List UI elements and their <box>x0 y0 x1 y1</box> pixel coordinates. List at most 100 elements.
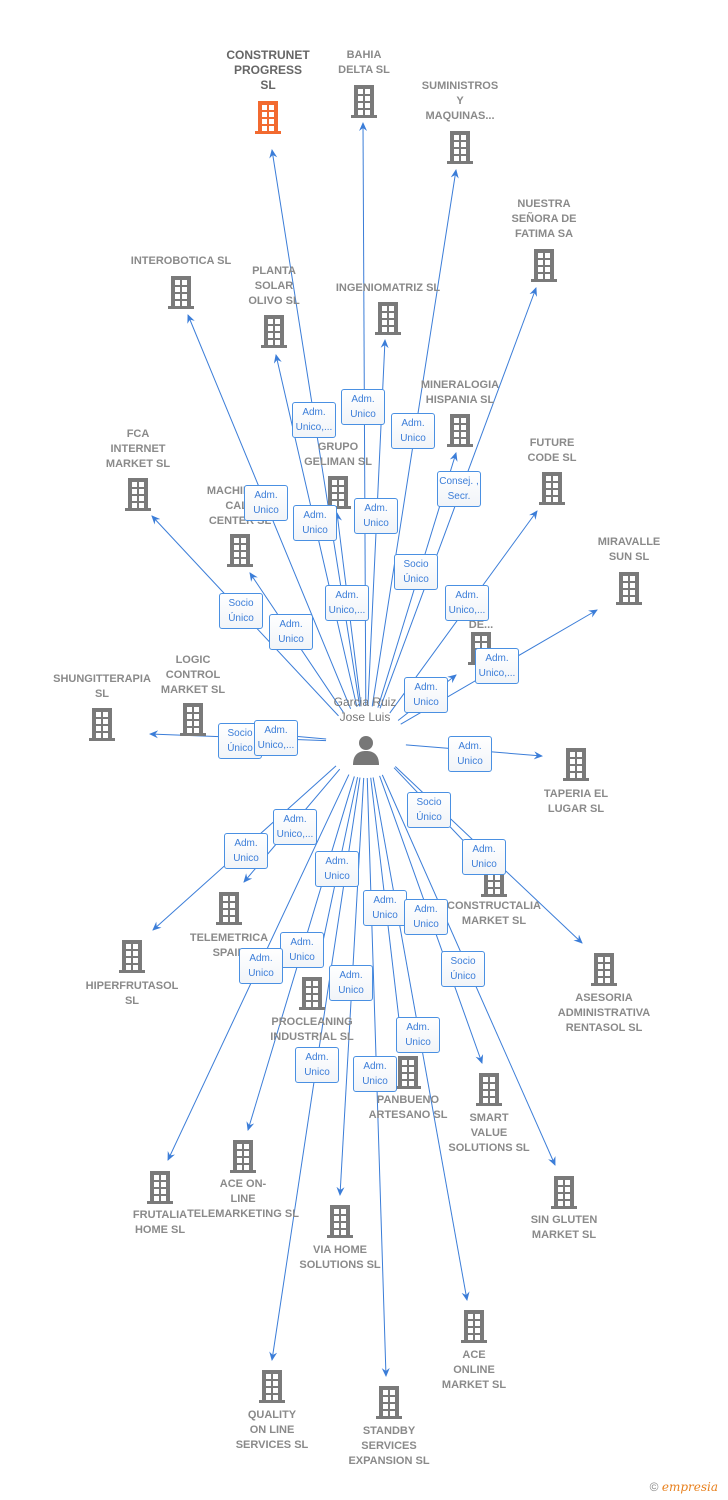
company-name[interactable]: SMART VALUE SOLUTIONS SL <box>424 1111 554 1156</box>
building-icon[interactable] <box>612 571 646 605</box>
role-label[interactable]: Adm. Unico <box>462 839 506 875</box>
building-icon[interactable] <box>176 702 210 736</box>
company-node[interactable]: CONSTRUCTALIA MARKET SL <box>429 899 559 929</box>
building-icon[interactable] <box>527 248 561 282</box>
company-name[interactable]: ACE ON- LINE TELEMARKETING SL <box>178 1177 308 1222</box>
building-icon[interactable] <box>143 1170 177 1204</box>
role-label[interactable]: Adm. Unico <box>329 965 373 1001</box>
role-label[interactable]: Adm. Unico <box>224 833 268 869</box>
company-node[interactable]: FCA INTERNET MARKET SL <box>73 427 203 472</box>
role-label[interactable]: Adm. Unico <box>396 1017 440 1053</box>
company-node[interactable]: FUTURE CODE SL <box>487 436 617 466</box>
role-label[interactable]: Adm. Unico <box>354 498 398 534</box>
role-label[interactable]: Adm. Unico,... <box>254 720 298 756</box>
building-icon[interactable] <box>226 1139 260 1173</box>
role-label[interactable]: Adm. Unico <box>363 890 407 926</box>
company-name[interactable]: TAPERIA EL LUGAR SL <box>511 787 641 817</box>
role-label[interactable]: Socio Único <box>394 554 438 590</box>
company-name[interactable]: FUTURE CODE SL <box>487 436 617 466</box>
company-node[interactable]: ASESORIA ADMINISTRATIVA RENTASOL SL <box>539 991 669 1036</box>
building-icon[interactable] <box>443 130 477 164</box>
company-node[interactable]: SUMINISTROS Y MAQUINAS... <box>395 79 525 124</box>
company-node[interactable]: SHUNGITTERAPIA SL <box>37 672 167 702</box>
company-node[interactable]: BAHIA DELTA SL <box>299 48 429 78</box>
role-label[interactable]: Adm. Unico <box>239 948 283 984</box>
company-node[interactable]: SMART VALUE SOLUTIONS SL <box>424 1111 554 1156</box>
company-node[interactable]: PLANTA SOLAR OLIVO SL <box>209 264 339 309</box>
role-label[interactable]: Adm. Unico <box>341 389 385 425</box>
center-person-name[interactable]: Garcia Ruiz Jose Luis <box>300 695 430 725</box>
company-name[interactable]: GRUPO GELIMAN SL <box>273 440 403 470</box>
building-icon[interactable] <box>212 891 246 925</box>
role-label[interactable]: Adm. Unico <box>295 1047 339 1083</box>
role-label[interactable]: Adm. Unico,... <box>475 648 519 684</box>
company-name[interactable]: FCA INTERNET MARKET SL <box>73 427 203 472</box>
building-icon[interactable] <box>443 413 477 447</box>
company-node[interactable]: NUESTRA SEÑORA DE FATIMA SA <box>479 197 609 242</box>
company-node[interactable]: ACE ONLINE MARKET SL <box>409 1348 539 1393</box>
role-label[interactable]: Adm. Unico <box>269 614 313 650</box>
company-name[interactable]: INGENIOMATRIZ SL <box>323 281 453 296</box>
building-icon[interactable] <box>295 976 329 1010</box>
company-name[interactable]: HIPERFRUTASOL SL <box>67 979 197 1009</box>
company-node[interactable]: ACE ON- LINE TELEMARKETING SL <box>178 1177 308 1222</box>
role-label[interactable]: Socio Único <box>441 951 485 987</box>
building-icon[interactable] <box>255 1369 289 1403</box>
building-icon[interactable] <box>121 477 155 511</box>
company-name[interactable]: PLANTA SOLAR OLIVO SL <box>209 264 339 309</box>
building-icon[interactable] <box>587 952 621 986</box>
role-label[interactable]: Adm. Unico <box>280 932 324 968</box>
building-icon[interactable] <box>347 84 381 118</box>
company-node[interactable]: HIPERFRUTASOL SL <box>67 979 197 1009</box>
role-label[interactable]: Adm. Unico <box>391 413 435 449</box>
company-name[interactable]: STANDBY SERVICES EXPANSION SL <box>324 1424 454 1469</box>
building-icon[interactable] <box>164 275 198 309</box>
person-icon[interactable] <box>351 734 381 766</box>
role-label[interactable]: Consej. , Secr. <box>437 471 481 507</box>
company-node[interactable]: VIA HOME SOLUTIONS SL <box>275 1243 405 1273</box>
building-icon[interactable] <box>535 471 569 505</box>
building-icon[interactable] <box>547 1175 581 1209</box>
company-node[interactable]: GRUPO GELIMAN SL <box>273 440 403 470</box>
role-label[interactable]: Adm. Unico <box>315 851 359 887</box>
company-name[interactable]: PROCLEANING INDUSTRIAL SL <box>247 1015 377 1045</box>
company-node[interactable]: QUALITY ON LINE SERVICES SL <box>207 1408 337 1453</box>
role-label[interactable]: Socio Único <box>407 792 451 828</box>
building-icon[interactable] <box>372 1385 406 1419</box>
role-label[interactable]: Adm. Unico,... <box>325 585 369 621</box>
company-node[interactable]: MIRAVALLE SUN SL <box>564 535 694 565</box>
company-node[interactable]: PROCLEANING INDUSTRIAL SL <box>247 1015 377 1045</box>
building-icon[interactable] <box>559 747 593 781</box>
role-label[interactable]: Adm. Unico,... <box>273 809 317 845</box>
role-label[interactable]: Socio Único <box>219 593 263 629</box>
role-label[interactable]: Adm. Unico <box>448 736 492 772</box>
company-name[interactable]: MIRAVALLE SUN SL <box>564 535 694 565</box>
role-label[interactable]: Adm. Unico <box>293 505 337 541</box>
building-icon[interactable] <box>323 1204 357 1238</box>
role-label[interactable]: Adm. Unico,... <box>292 402 336 438</box>
role-label[interactable]: Adm. Unico <box>404 899 448 935</box>
building-icon[interactable] <box>472 1072 506 1106</box>
company-node[interactable]: MINERALOGIA HISPANIA SL <box>395 378 525 408</box>
building-icon[interactable] <box>321 475 355 509</box>
company-name[interactable]: BAHIA DELTA SL <box>299 48 429 78</box>
role-label[interactable]: Adm. Unico <box>244 485 288 521</box>
building-icon[interactable] <box>115 939 149 973</box>
company-name[interactable]: VIA HOME SOLUTIONS SL <box>275 1243 405 1273</box>
building-icon[interactable] <box>85 707 119 741</box>
company-name[interactable]: ASESORIA ADMINISTRATIVA RENTASOL SL <box>539 991 669 1036</box>
building-icon[interactable] <box>223 533 257 567</box>
company-node[interactable]: INGENIOMATRIZ SL <box>323 281 453 296</box>
company-name[interactable]: ACE ONLINE MARKET SL <box>409 1348 539 1393</box>
company-node[interactable]: STANDBY SERVICES EXPANSION SL <box>324 1424 454 1469</box>
company-name[interactable]: SUMINISTROS Y MAQUINAS... <box>395 79 525 124</box>
company-node[interactable]: SIN GLUTEN MARKET SL <box>499 1213 629 1243</box>
building-icon[interactable] <box>257 314 291 348</box>
company-name[interactable]: QUALITY ON LINE SERVICES SL <box>207 1408 337 1453</box>
company-name[interactable]: CONSTRUCTALIA MARKET SL <box>429 899 559 929</box>
company-name[interactable]: SHUNGITTERAPIA SL <box>37 672 167 702</box>
building-icon[interactable] <box>371 301 405 335</box>
role-label[interactable]: Adm. Unico <box>353 1056 397 1092</box>
company-name[interactable]: NUESTRA SEÑORA DE FATIMA SA <box>479 197 609 242</box>
company-node[interactable]: TAPERIA EL LUGAR SL <box>511 787 641 817</box>
